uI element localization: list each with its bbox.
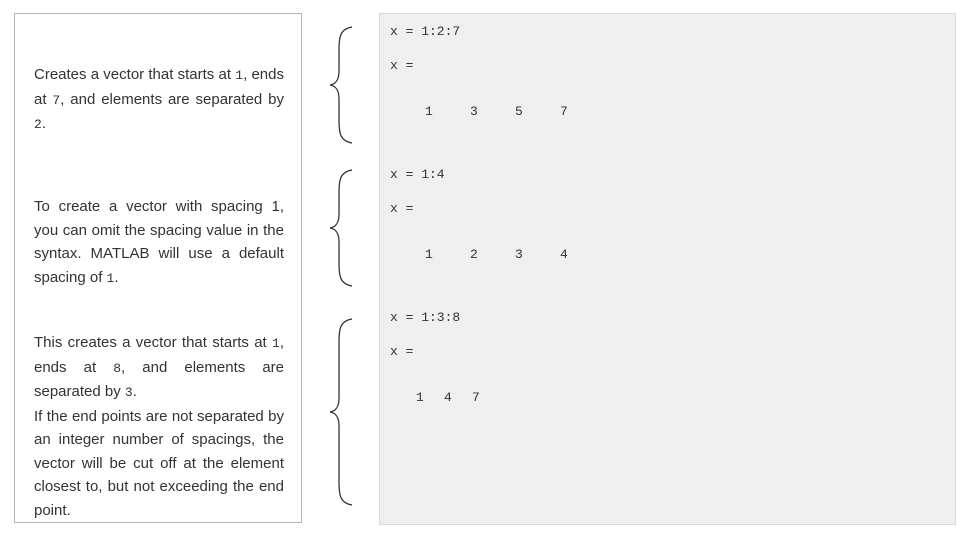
desc-text: .	[41, 115, 46, 132]
inline-code: 1	[235, 68, 244, 83]
description-paragraph: This creates a vector that starts at 1, …	[34, 331, 284, 405]
inline-code: 2	[34, 117, 42, 132]
output-value: 2	[470, 247, 478, 262]
description-default-spacing: To create a vector with spacing 1, you c…	[34, 195, 284, 290]
code-output-row: 1 3 5 7	[425, 104, 605, 120]
code-var-line: x =	[390, 58, 414, 73]
desc-text: , and elements are separated by	[60, 90, 284, 108]
description-colon-step: Creates a vector that starts at 1, ends …	[34, 63, 284, 137]
code-output-row: 1 2 3 4	[425, 247, 605, 263]
output-value: 7	[560, 104, 568, 119]
desc-text: .	[114, 268, 119, 286]
code-var-line: x =	[390, 201, 414, 216]
desc-text: Creates a vector that starts at	[34, 66, 236, 83]
output-value: 3	[515, 247, 523, 262]
code-command: x = 1:4	[390, 167, 445, 182]
code-output-row: 1 4 7	[416, 390, 500, 406]
brace-connectors	[329, 26, 353, 506]
code-command: x = 1:3:8	[390, 310, 461, 325]
output-value: 7	[472, 390, 480, 405]
output-value: 3	[470, 104, 478, 119]
description-paragraph: To create a vector with spacing 1, you c…	[34, 195, 284, 290]
description-panel: Creates a vector that starts at 1, ends …	[14, 13, 302, 523]
code-var-line: x =	[390, 344, 414, 359]
inline-code: 1	[272, 336, 280, 351]
code-output-panel: x = 1:2:7 x = 1 3 5 7 x = 1:4 x = 1 2 3 …	[379, 13, 956, 525]
description-non-integer-steps: This creates a vector that starts at 1, …	[34, 331, 284, 522]
brace-2	[329, 169, 353, 287]
output-value: 1	[416, 390, 424, 405]
output-value: 1	[425, 247, 433, 262]
output-value: 5	[515, 104, 523, 119]
output-value: 4	[560, 247, 568, 262]
output-value: 4	[444, 390, 452, 405]
inline-code: 3	[124, 385, 133, 400]
brace-3	[329, 318, 353, 506]
desc-text: To create a vector with spacing 1, you c…	[34, 198, 284, 286]
code-command: x = 1:2:7	[390, 24, 461, 39]
desc-text: .	[132, 383, 137, 400]
desc-text: This creates a vector that starts at	[34, 334, 273, 351]
description-paragraph: If the end points are not separated by a…	[34, 407, 284, 519]
description-paragraph: Creates a vector that starts at 1, ends …	[34, 63, 284, 137]
brace-1	[329, 26, 353, 144]
output-value: 1	[425, 104, 433, 119]
inline-code: 8	[113, 360, 122, 376]
